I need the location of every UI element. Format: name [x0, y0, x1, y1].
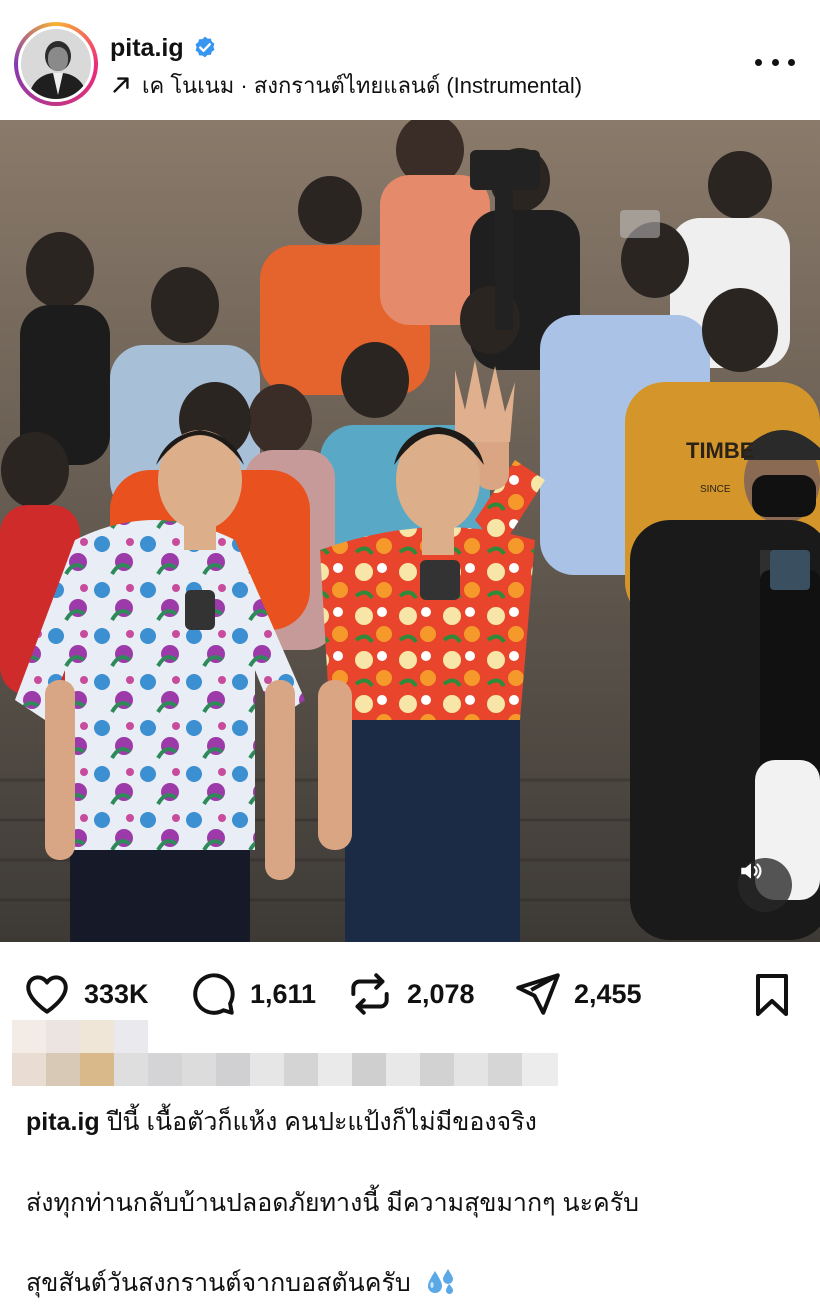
- shirt-text: TIMBE: [686, 438, 754, 463]
- heart-icon[interactable]: [22, 969, 72, 1019]
- comment-action[interactable]: 1,611: [188, 970, 316, 1018]
- caption-line-2: ส่งทุกท่านกลับบ้านปลอดภัยทางนี้ มีความสุ…: [26, 1183, 806, 1223]
- comment-bubble-icon[interactable]: [188, 969, 238, 1019]
- share-count: 2,455: [574, 978, 642, 1009]
- blurred-liked-by: [12, 1020, 558, 1086]
- arrow-up-right-icon: [113, 77, 129, 93]
- post-photo[interactable]: TIMBE SINCE: [0, 120, 820, 942]
- avatar[interactable]: [18, 26, 94, 102]
- story-ring[interactable]: [14, 22, 98, 106]
- post-header: pita.ig เค โนเนม · สงกรานต์ไทยแลนด์ (Ins…: [0, 0, 820, 120]
- caption-line-3: สุขสันต์วันสงกรานต์จากบอสตันครับ: [26, 1263, 806, 1303]
- caption-text-2: ส่งทุกท่านกลับบ้านปลอดภัยทางนี้ มีความสุ…: [26, 1189, 640, 1217]
- sound-toggle-button[interactable]: [738, 858, 792, 912]
- caption-line-1: pita.ig ปีนี้ เนื้อตัวก็แห้ง คนปะแป้งก็ไ…: [26, 1102, 806, 1142]
- caption-username[interactable]: pita.ig: [26, 1108, 100, 1136]
- comment-count: 1,611: [250, 978, 317, 1009]
- repost-count: 2,078: [407, 978, 475, 1009]
- send-icon[interactable]: [512, 969, 562, 1019]
- more-options-button[interactable]: [755, 50, 795, 74]
- like-count: 333K: [84, 978, 149, 1009]
- bookmark-icon[interactable]: [748, 970, 796, 1020]
- repost-icon[interactable]: [345, 969, 395, 1019]
- photo-illustration: TIMBE SINCE: [0, 120, 820, 942]
- username-row: pita.ig: [110, 30, 218, 66]
- repost-action[interactable]: 2,078: [345, 970, 475, 1018]
- audio-row[interactable]: เค โนเนม · สงกรานต์ไทยแลนด์ (Instrumenta…: [110, 70, 582, 100]
- caption-text-3: สุขสันต์วันสงกรานต์จากบอสตันครับ: [26, 1269, 411, 1297]
- caption-text-1: ปีนี้ เนื้อตัวก็แห้ง คนปะแป้งก็ไม่มีของจ…: [106, 1108, 537, 1136]
- username[interactable]: pita.ig: [110, 34, 184, 63]
- speaker-icon: [741, 863, 762, 879]
- verified-badge-icon: [195, 36, 215, 58]
- audio-label: เค โนเนม · สงกรานต์ไทยแลนด์ (Instrumenta…: [142, 72, 583, 98]
- sweat-droplets-emoji: [427, 1269, 453, 1294]
- share-action[interactable]: 2,455: [512, 970, 642, 1018]
- more-dots-icon: [755, 58, 762, 66]
- like-action[interactable]: 333K: [22, 970, 149, 1018]
- shirt-small-text: SINCE: [700, 484, 731, 495]
